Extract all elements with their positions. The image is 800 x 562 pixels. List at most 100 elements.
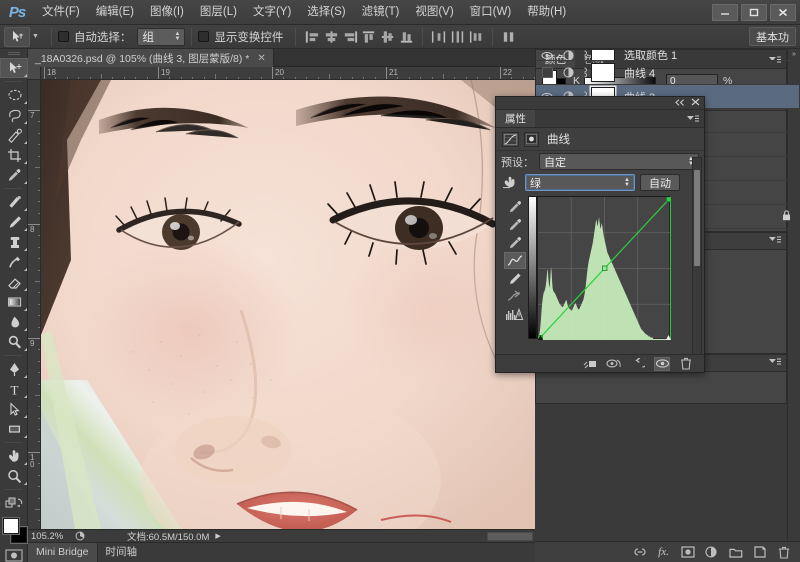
status-menu-icon[interactable]: ▶ [215,532,220,540]
layer-visibility-toggle[interactable] [536,67,558,78]
new-layer-icon[interactable] [752,545,767,560]
collapsed-panel-lower-menu-icon[interactable] [768,357,781,369]
auto-select-dropdown[interactable]: 组 ▲ ▼ [137,27,186,46]
minimize-button[interactable] [712,3,738,21]
tab-properties[interactable]: 属性 [496,110,535,127]
horizontal-ruler[interactable]: 18 19 20 21 22 [28,67,535,80]
gradient-tool-icon[interactable] [0,292,28,312]
menu-item-1[interactable]: 编辑(E) [88,0,142,25]
canvas-area[interactable] [41,80,535,529]
menu-item-8[interactable]: 窗口(W) [462,0,520,25]
auto-select-checkbox[interactable] [57,31,69,42]
swap-colors-icon[interactable] [0,493,28,513]
menu-item-7[interactable]: 视图(V) [407,0,461,25]
view-previous-state-icon[interactable] [606,357,622,371]
dodge-tool-icon[interactable] [0,332,28,352]
healing-brush-tool-icon[interactable] [0,192,28,212]
align-bottom-edges-icon[interactable] [397,28,416,46]
distribute-top-icon[interactable] [429,28,448,46]
eyedropper-tool-icon[interactable] [0,165,28,185]
collapse-panel-icon[interactable] [675,98,685,108]
new-group-icon[interactable] [728,545,743,560]
eraser-tool-icon[interactable] [0,272,28,292]
histogram-options-icon[interactable] [504,306,526,323]
align-vertical-centers-icon[interactable] [378,28,397,46]
menu-item-6[interactable]: 滤镜(T) [354,0,408,25]
mask-link-icon[interactable] [578,67,591,78]
layer-hidden-box[interactable] [541,67,553,78]
blur-tool-icon[interactable] [0,312,28,332]
curves-graph[interactable] [537,196,672,341]
adjustment-layer-icon[interactable] [558,67,578,78]
on-image-adjust-icon[interactable] [501,176,520,189]
menu-item-0[interactable]: 文件(F) [34,0,88,25]
move-tool-icon[interactable] [0,58,28,78]
menu-item-2[interactable]: 图像(I) [142,0,192,25]
mask-link-icon[interactable] [578,50,591,60]
preset-dropdown[interactable]: 自定 ▲▼ [539,153,699,170]
align-right-edges-icon[interactable] [340,28,359,46]
lasso-tool-icon[interactable] [0,105,28,125]
delete-layer-icon[interactable] [776,545,791,560]
layer-thumbnail[interactable] [591,63,615,82]
align-top-edges-icon[interactable] [359,28,378,46]
show-transform-controls-checkbox[interactable] [198,31,210,42]
crop-tool-icon[interactable] [0,145,28,165]
layer-thumbnail[interactable] [591,50,615,60]
hand-tool-icon[interactable] [0,446,28,466]
path-selection-tool-icon[interactable] [0,399,28,419]
clone-stamp-tool-icon[interactable] [0,232,28,252]
smooth-curve-icon[interactable] [504,288,526,305]
bottom-tab-1[interactable]: 时间轴 [98,543,146,562]
maximize-button[interactable] [741,3,767,21]
menu-item-9[interactable]: 帮助(H) [519,0,574,25]
layer-style-fx-icon[interactable]: fx. [656,545,671,560]
auto-button[interactable]: 自动 [640,174,680,191]
workspace-switcher-button[interactable]: 基本功 [749,27,796,46]
curves-adjustment-icon[interactable] [502,131,519,147]
toolbox-grip[interactable] [0,49,27,58]
curves-graph-canvas[interactable] [537,196,672,341]
delete-icon[interactable] [678,357,694,371]
collapsed-panel-middle-menu-icon[interactable] [768,235,781,247]
add-layer-mask-icon[interactable] [680,545,695,560]
zoom-tool-icon[interactable] [0,466,28,486]
menu-item-4[interactable]: 文字(Y) [245,0,299,25]
link-layers-icon[interactable] [632,545,647,560]
horizontal-scrollbar[interactable] [487,531,533,541]
rectangle-tool-icon[interactable] [0,419,28,439]
properties-panel-menu[interactable] [686,110,704,127]
foreground-color-swatch[interactable] [3,518,19,534]
gray-point-eyedropper-icon[interactable] [504,216,526,233]
layer-row[interactable]: 曲线 4 [536,61,799,85]
curve-point-tool-icon[interactable] [503,252,526,269]
history-brush-tool-icon[interactable] [0,252,28,272]
black-point-eyedropper-icon[interactable] [504,198,526,215]
menu-item-5[interactable]: 选择(S) [299,0,353,25]
toggle-visibility-icon[interactable] [654,356,670,371]
type-tool-icon[interactable]: T [0,379,28,399]
align-horizontal-centers-icon[interactable] [321,28,340,46]
clip-to-layer-icon[interactable] [582,357,598,371]
vertical-ruler[interactable]: 7 8 9 10 [28,80,41,529]
properties-titlebar[interactable] [496,97,704,110]
distribute-spacing-icon[interactable] [499,28,518,46]
close-button[interactable] [770,3,796,21]
scrollbar-thumb[interactable] [694,170,700,266]
menu-item-3[interactable]: 图层(L) [192,0,245,25]
pen-tool-icon[interactable] [0,359,28,379]
bottom-tab-0[interactable]: Mini Bridge [28,543,98,562]
close-document-icon[interactable]: ✕ [257,53,265,64]
distribute-bottom-icon[interactable] [467,28,486,46]
channel-dropdown[interactable]: 绿 ▲ ▼ [525,174,635,191]
new-adjustment-layer-icon[interactable] [704,545,719,560]
layer-row[interactable]: 选取颜色 1 [536,50,799,61]
properties-vertical-scrollbar[interactable] [692,157,702,356]
layer-visibility-toggle[interactable] [536,51,558,60]
distribute-vertical-centers-icon[interactable] [448,28,467,46]
document-tab[interactable]: _18A0326.psd @ 105% (曲线 3, 图层蒙版/8) * ✕ [28,49,274,67]
quick-mask-icon[interactable] [0,546,28,562]
pencil-draw-curve-icon[interactable] [504,270,526,287]
move-tool-icon[interactable] [4,26,30,47]
tool-preset-caret-icon[interactable]: ▼ [32,33,39,40]
